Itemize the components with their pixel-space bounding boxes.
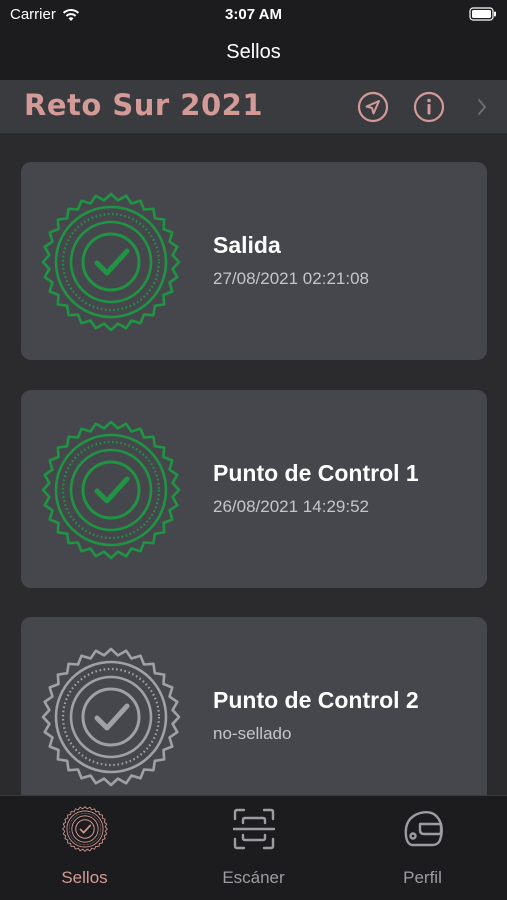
scanner-icon [232, 808, 276, 850]
chevron-right-icon [478, 99, 487, 115]
navigation-bar: Sellos [0, 30, 507, 80]
tab-escaner[interactable]: Escáner [169, 796, 338, 900]
tab-bar: Sellos Escáner Perfil [0, 795, 507, 900]
location-button[interactable] [357, 91, 389, 123]
page-title: Sellos [226, 41, 281, 63]
event-header: Reto Sur 2021 [0, 80, 507, 133]
next-button[interactable] [472, 91, 492, 123]
checkpoint-timestamp: 27/08/2021 02:21:08 [213, 269, 369, 288]
checkpoint-name: Punto de Control 1 [213, 460, 419, 486]
tab-label: Sellos [61, 868, 108, 887]
checkpoint-name: Punto de Control 2 [213, 687, 419, 713]
checkpoint-timestamp: 26/08/2021 14:29:52 [213, 497, 369, 516]
stamped-seal-icon [41, 192, 181, 332]
stamped-seal-icon [41, 420, 181, 560]
tab-sellos[interactable]: Sellos [0, 796, 169, 900]
unstamped-seal-icon [41, 647, 181, 787]
checkpoint-card[interactable]: Salida 27/08/2021 02:21:08 [21, 162, 487, 360]
tab-perfil[interactable]: Perfil [338, 796, 507, 900]
checkpoint-name: Salida [213, 232, 281, 258]
status-time: 3:07 AM [225, 6, 282, 23]
checkpoint-list: Salida 27/08/2021 02:21:08 Punto de Cont… [0, 133, 507, 795]
tab-label: Escáner [222, 868, 285, 887]
checkpoint-card[interactable]: Punto de Control 1 26/08/2021 14:29:52 [21, 390, 487, 588]
seal-icon [62, 806, 108, 852]
checkpoint-status: no-sellado [213, 724, 292, 743]
tab-label: Perfil [403, 868, 442, 887]
event-title: Reto Sur 2021 [24, 88, 264, 122]
checkpoint-card[interactable]: Punto de Control 2 no-sellado [21, 617, 487, 795]
battery-icon [469, 7, 497, 25]
helmet-icon [404, 810, 443, 847]
info-button[interactable] [413, 91, 445, 123]
info-icon [413, 91, 445, 123]
location-arrow-icon [357, 91, 389, 123]
status-bar: Carrier 3:07 AM [0, 0, 507, 30]
